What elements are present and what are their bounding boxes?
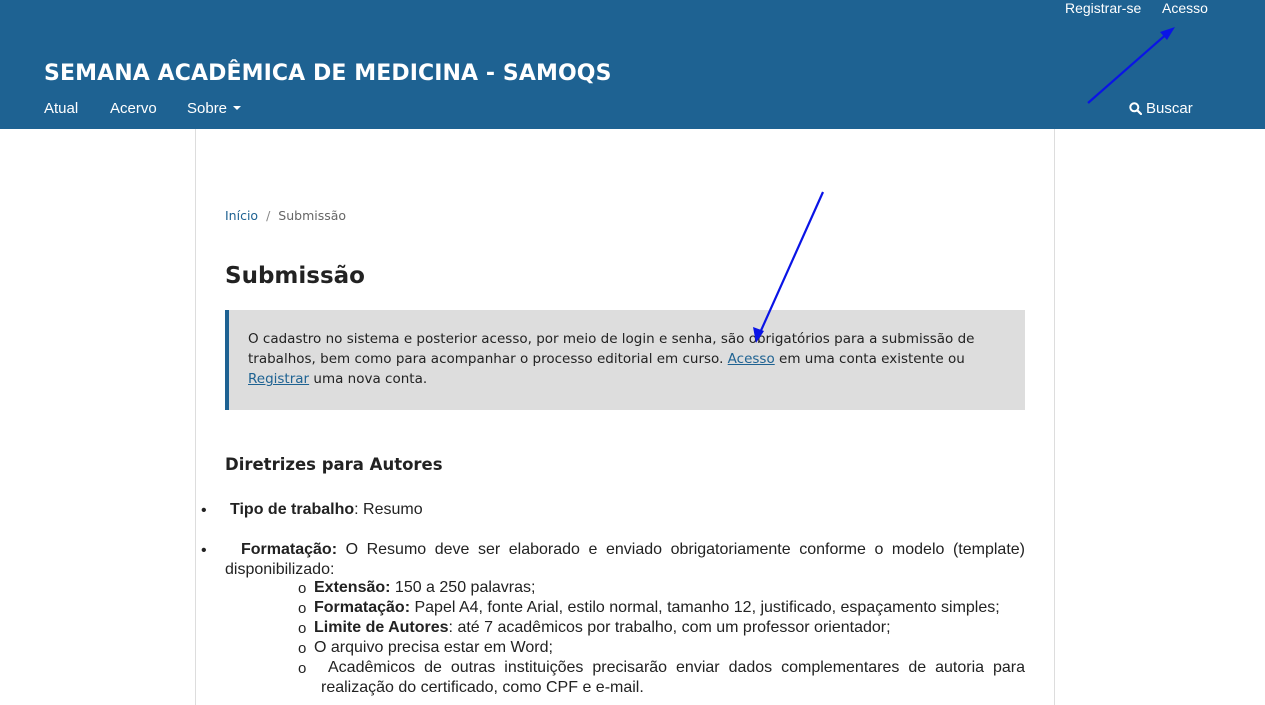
- login-link[interactable]: Acesso: [1162, 0, 1208, 16]
- guideline-label: Limite de Autores: [314, 619, 449, 636]
- author-guidelines-title: Diretrizes para Autores: [225, 455, 443, 474]
- nav-item-current[interactable]: Atual: [44, 100, 78, 118]
- sub-bullet-icon: o: [298, 600, 307, 617]
- guideline-text: Acadêmicos de outras instituições precis…: [321, 659, 1025, 696]
- register-link[interactable]: Registrar-se: [1065, 0, 1141, 16]
- main-content: Início / Submissão Submissão O cadastro no…: [195, 129, 1055, 705]
- guideline-text: O Resumo deve ser elaborado e enviado ob…: [225, 541, 1025, 578]
- sub-bullet-icon: o: [298, 640, 307, 657]
- notice-text-2: em uma conta existente ou: [774, 351, 965, 367]
- nav-item-about[interactable]: Sobre: [187, 100, 242, 118]
- guideline-label: Tipo de trabalho: [230, 501, 355, 518]
- guideline-label: Formatação:: [241, 541, 338, 558]
- guideline-text: : até 7 acadêmicos por trabalho, com um …: [448, 619, 891, 636]
- notice-register-link[interactable]: Registrar: [248, 371, 309, 387]
- guideline-subitem: Formatação: Papel A4, fonte Arial, estil…: [314, 598, 1000, 618]
- guideline-item-formatting: Formatação: O Resumo deve ser elaborado …: [225, 540, 1025, 580]
- sub-bullet-icon: o: [298, 660, 307, 677]
- guideline-label: Formatação:: [314, 599, 411, 616]
- site-header: Registrar-se Acesso SEMANA ACADÊMICA DE …: [0, 0, 1265, 129]
- nav-item-about-label: Sobre: [187, 100, 228, 117]
- notice-text-3: uma nova conta.: [309, 371, 428, 387]
- breadcrumb-current: Submissão: [278, 208, 347, 223]
- guideline-text: 150 a 250 palavras;: [390, 579, 536, 596]
- guideline-subitem: Limite de Autores: até 7 acadêmicos por …: [314, 618, 891, 638]
- search-label: Buscar: [1146, 100, 1193, 117]
- guideline-subitem: Acadêmicos de outras instituições precis…: [321, 658, 1025, 698]
- bullet-icon: •: [201, 542, 207, 559]
- search-button[interactable]: Buscar: [1129, 100, 1193, 118]
- page-title: Submissão: [225, 263, 365, 289]
- bullet-icon: •: [201, 502, 207, 519]
- guideline-subitem: Extensão: 150 a 250 palavras;: [314, 578, 535, 598]
- breadcrumb-home-link[interactable]: Início: [225, 208, 258, 223]
- notice-login-link[interactable]: Acesso: [728, 351, 775, 367]
- nav-item-archive[interactable]: Acervo: [110, 100, 157, 118]
- search-icon: [1129, 102, 1143, 116]
- caret-down-icon: [233, 106, 242, 111]
- site-title[interactable]: SEMANA ACADÊMICA DE MEDICINA - SAMOQS: [44, 60, 612, 88]
- sub-bullet-icon: o: [298, 580, 307, 597]
- guideline-text: Papel A4, fonte Arial, estilo normal, ta…: [410, 599, 1000, 616]
- sub-bullet-icon: o: [298, 620, 307, 637]
- guideline-text: : Resumo: [354, 501, 423, 518]
- guideline-label: Extensão:: [314, 579, 391, 596]
- breadcrumb: Início / Submissão: [225, 208, 346, 224]
- breadcrumb-separator: /: [266, 208, 271, 223]
- guideline-subitem: O arquivo precisa estar em Word;: [314, 638, 553, 658]
- login-notice: O cadastro no sistema e posterior acesso…: [225, 310, 1025, 410]
- guideline-item-work-type: Tipo de trabalho: Resumo: [230, 500, 423, 520]
- guideline-text: O arquivo precisa estar em Word;: [314, 639, 553, 656]
